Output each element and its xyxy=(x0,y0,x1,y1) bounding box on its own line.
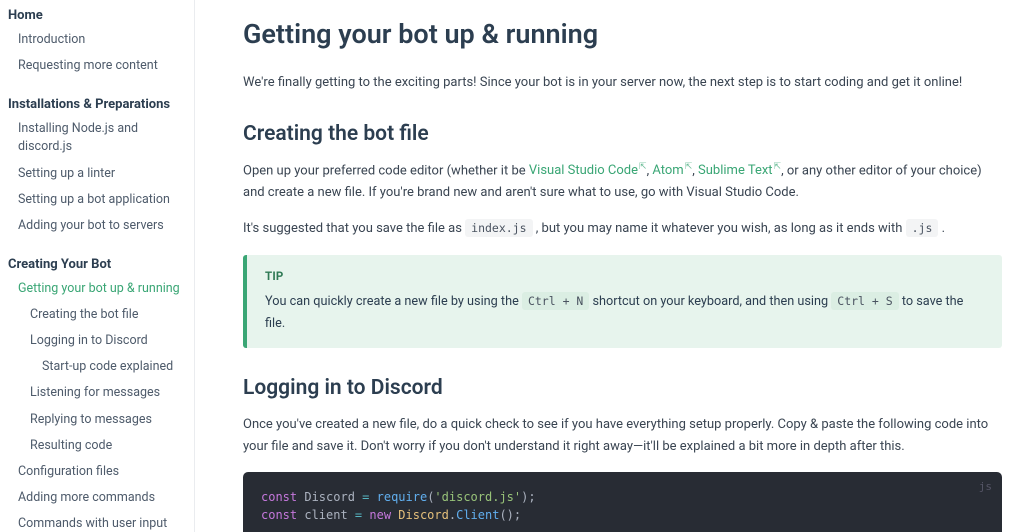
main-content: Getting your bot up & running We're fina… xyxy=(195,0,1024,532)
section-install[interactable]: Installations & Preparations xyxy=(8,89,186,116)
text: , but you may name it whatever you wish,… xyxy=(533,221,906,236)
code-ctrl-n: Ctrl + N xyxy=(522,292,589,310)
nav-linter[interactable]: Setting up a linter xyxy=(8,161,186,187)
nav-add-servers[interactable]: Adding your bot to servers xyxy=(8,213,186,239)
section-creating-bot[interactable]: Creating Your Bot xyxy=(8,249,186,276)
paragraph-editor: Open up your preferred code editor (whet… xyxy=(243,160,1002,204)
heading-logging-discord: Logging in to Discord xyxy=(243,376,1002,400)
lang-tag: js xyxy=(979,478,992,495)
external-link-icon: ⇱ xyxy=(774,160,782,175)
nav-replying-messages[interactable]: Replying to messages xyxy=(8,407,186,433)
text: It's suggested that you save the file as xyxy=(243,221,465,236)
text: You can quickly create a new file by usi… xyxy=(265,294,522,309)
code-js-ext: .js xyxy=(906,219,939,237)
code-ctrl-s: Ctrl + S xyxy=(831,292,898,310)
nav-getting-bot-up[interactable]: Getting your bot up & running xyxy=(8,276,186,302)
page-title: Getting your bot up & running xyxy=(243,18,1002,52)
nav-config-files[interactable]: Configuration files xyxy=(8,459,186,485)
nav-bot-app[interactable]: Setting up a bot application xyxy=(8,187,186,213)
section-home[interactable]: Home xyxy=(8,0,186,27)
nav-requesting-content[interactable]: Requesting more content xyxy=(8,53,186,79)
code-indexjs: index.js xyxy=(465,219,532,237)
nav-more-commands[interactable]: Adding more commands xyxy=(8,485,186,511)
code-block[interactable]: jsconst Discord = require('discord.js');… xyxy=(243,472,1002,532)
nav-creating-bot-file[interactable]: Creating the bot file xyxy=(8,302,186,328)
tip-text: You can quickly create a new file by usi… xyxy=(265,291,984,334)
intro-paragraph: We're finally getting to the exciting pa… xyxy=(243,72,1002,94)
external-link-icon: ⇱ xyxy=(685,160,693,175)
nav-resulting-code[interactable]: Resulting code xyxy=(8,433,186,459)
tip-title: TIP xyxy=(265,269,984,283)
nav-startup-code[interactable]: Start-up code explained xyxy=(8,354,186,380)
heading-creating-bot-file: Creating the bot file xyxy=(243,122,1002,146)
text: . xyxy=(938,221,945,236)
paragraph-filename: It's suggested that you save the file as… xyxy=(243,218,1002,240)
nav-logging-discord[interactable]: Logging in to Discord xyxy=(8,328,186,354)
tip-box: TIP You can quickly create a new file by… xyxy=(243,255,1002,348)
nav-install-node[interactable]: Installing Node.js and discord.js xyxy=(8,116,186,160)
text: Open up your preferred code editor (whet… xyxy=(243,163,529,178)
link-sublime[interactable]: Sublime Text⇱ xyxy=(698,163,781,178)
nav-user-input[interactable]: Commands with user input (a.k.a. "argume… xyxy=(8,511,186,532)
external-link-icon: ⇱ xyxy=(639,160,647,175)
link-atom[interactable]: Atom⇱ xyxy=(652,163,692,178)
text: shortcut on your keyboard, and then usin… xyxy=(589,294,831,309)
sidebar[interactable]: Home Introduction Requesting more conten… xyxy=(0,0,195,532)
link-vscode[interactable]: Visual Studio Code⇱ xyxy=(529,163,647,178)
page-layout: Home Introduction Requesting more conten… xyxy=(0,0,1024,532)
paragraph-logging: Once you've created a new file, do a qui… xyxy=(243,414,1002,458)
nav-listening-messages[interactable]: Listening for messages xyxy=(8,380,186,406)
nav-introduction[interactable]: Introduction xyxy=(8,27,186,53)
